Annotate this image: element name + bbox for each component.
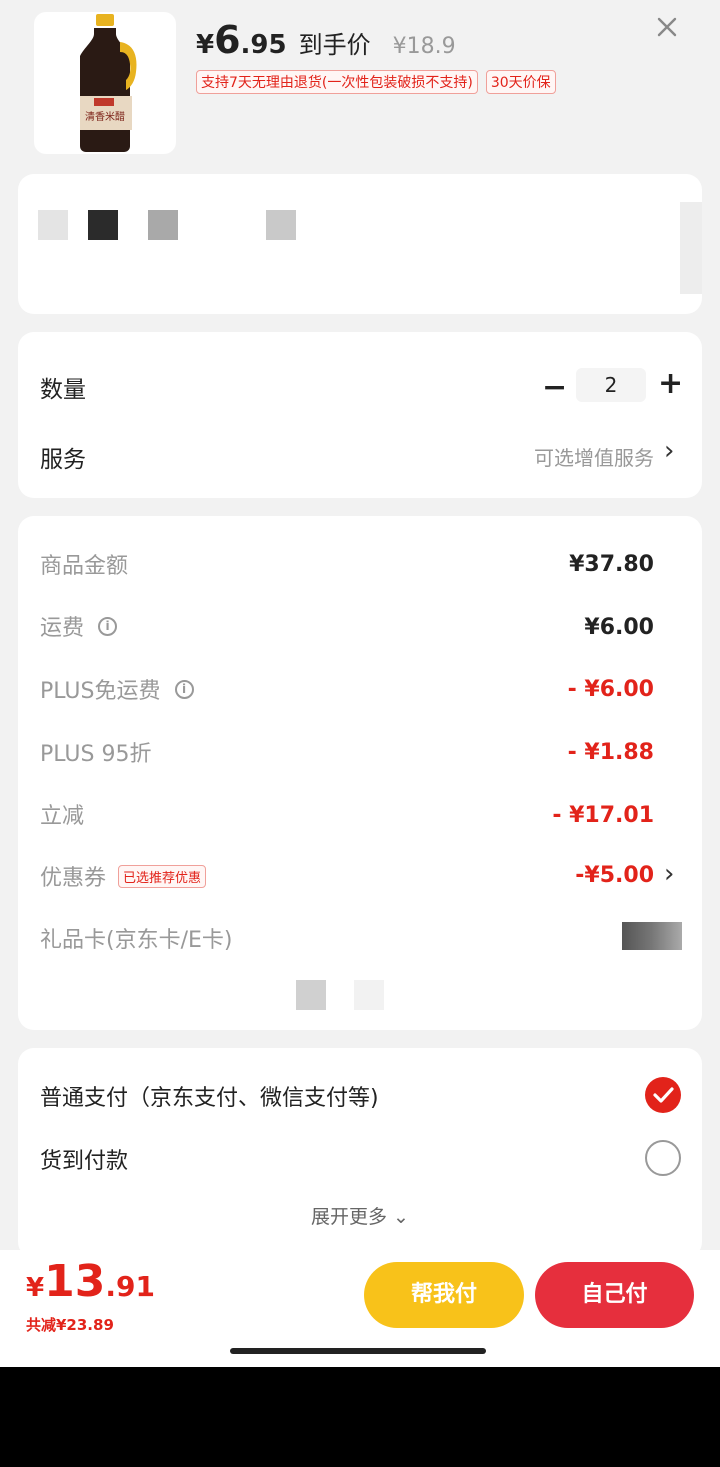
radio-unchecked-icon[interactable] (645, 1140, 681, 1176)
coupon-value[interactable]: -¥5.00 (575, 863, 654, 888)
instant-discount-label: 立减 (40, 804, 85, 829)
checkmark-icon[interactable] (645, 1077, 681, 1113)
service-tags: 支持7天无理由退货(一次性包装破损不支持) 30天价保 (196, 70, 556, 94)
final-price-label: 到手价 (298, 31, 371, 59)
plus-discount-value: - ¥1.88 (567, 740, 654, 765)
spec-edge-shade (680, 202, 702, 294)
price-protection-tag: 30天价保 (485, 70, 556, 94)
coupon-label[interactable]: 优惠券 已选推荐优惠 (40, 860, 207, 892)
quantity-input[interactable]: 2 (576, 368, 646, 402)
goods-amount-label: 商品金额 (40, 554, 129, 579)
home-indicator[interactable] (230, 1348, 486, 1354)
instant-discount-value: - ¥17.01 (552, 803, 654, 828)
price-decimal: .95 (240, 30, 287, 60)
blur-block (296, 980, 326, 1010)
price-integer: 6 (214, 18, 241, 62)
return-policy-tag: 支持7天无理由退货(一次性包装破损不支持) (196, 70, 478, 94)
gift-card-label[interactable]: 礼品卡(京东卡/E卡) (40, 922, 232, 954)
vinegar-bottle-image: 清香米醋 (80, 14, 137, 152)
quantity-minus-button[interactable]: − (542, 370, 567, 405)
goods-amount-value: ¥37.80 (569, 552, 654, 577)
shipping-value: ¥6.00 (584, 615, 654, 640)
service-hint[interactable]: 可选增值服务 (534, 442, 654, 471)
pay-myself-button[interactable]: 自己付 (535, 1262, 694, 1328)
price-detail-card: 商品金额 ¥37.80 运费 i ¥6.00 PLUS免运费 i - ¥6.00 P… (18, 516, 702, 1030)
shipping-label: 运费 i (40, 610, 118, 642)
spec-option-swatch[interactable] (88, 210, 118, 240)
quantity-plus-button[interactable]: + (658, 366, 683, 401)
payment-card: 普通支付（京东支付、微信支付等) 货到付款 展开更多 ⌄ (18, 1048, 702, 1258)
price-line: ¥ 6 .95 到手价 ¥18.9 (196, 18, 456, 62)
checkout-screen: 清香米醋 ¥ 6 .95 到手价 ¥18.9 支持7天无理由退货(一次性包装破损… (0, 0, 720, 1367)
bottom-action-bar: ¥ 13 .91 共减¥23.89 帮我付 自己付 (0, 1250, 720, 1367)
product-header: 清香米醋 ¥ 6 .95 到手价 ¥18.9 支持7天无理由退货(一次性包装破损… (0, 0, 720, 170)
service-label: 服务 (40, 447, 86, 473)
payment-option-normal-label[interactable]: 普通支付（京东支付、微信支付等) (40, 1080, 379, 1112)
plus-free-shipping-label: PLUS免运费 i (40, 673, 194, 705)
gift-card-blur-block (622, 922, 682, 950)
payment-option-cod-label[interactable]: 货到付款 (40, 1143, 128, 1175)
close-icon[interactable] (652, 14, 682, 44)
plus-free-shipping-value: - ¥6.00 (567, 677, 654, 702)
total-integer: 13 (44, 1256, 106, 1307)
price-currency: ¥ (196, 30, 215, 60)
original-price: ¥18.9 (392, 34, 456, 59)
bottle-label-text: 清香米醋 (85, 110, 125, 123)
spec-option-swatch[interactable] (266, 210, 296, 240)
info-icon[interactable]: i (98, 616, 118, 636)
plus-discount-label: PLUS 95折 (40, 742, 152, 767)
chevron-right-icon[interactable]: › (664, 859, 674, 889)
total-saved: 共减¥23.89 (26, 1316, 114, 1334)
expand-more-button[interactable]: 展开更多 ⌄ (18, 1202, 702, 1229)
product-thumbnail[interactable]: 清香米醋 (34, 12, 176, 154)
recommended-coupon-badge: 已选推荐优惠 (118, 864, 207, 888)
quantity-card: 数量 − 2 + 服务 可选增值服务 › (18, 332, 702, 498)
info-icon[interactable]: i (174, 679, 194, 699)
spec-blur-block (38, 210, 68, 240)
quantity-label: 数量 (40, 377, 86, 403)
spec-option-swatch[interactable] (148, 210, 178, 240)
help-me-pay-button[interactable]: 帮我付 (364, 1262, 524, 1328)
total-decimal: .91 (105, 1270, 155, 1303)
blur-block (354, 980, 384, 1010)
total-price: ¥ 13 .91 (26, 1256, 155, 1307)
chevron-right-icon[interactable]: › (664, 436, 674, 466)
spec-card (18, 174, 702, 314)
total-currency: ¥ (26, 1273, 45, 1303)
